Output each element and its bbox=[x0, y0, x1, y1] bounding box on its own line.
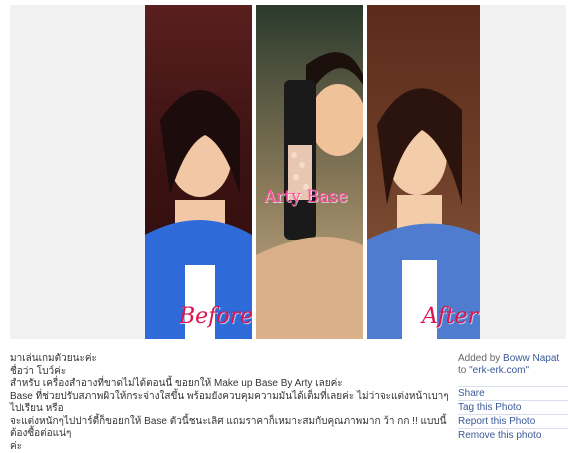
caption-line: ชื่อว่า โบว์ค่ะ bbox=[10, 366, 450, 379]
photo-actions: Share Tag this Photo Report this Photo R… bbox=[458, 386, 568, 442]
remove-photo-link[interactable]: Remove this photo bbox=[458, 428, 568, 442]
to-label: to bbox=[458, 365, 466, 376]
author-link[interactable]: Boww Napat bbox=[503, 353, 559, 364]
share-link[interactable]: Share bbox=[458, 386, 568, 400]
caption-line: สำหรับ เครื่องสำอางที่ขาดไม่ได้ตอนนี้ ขอ… bbox=[10, 378, 450, 391]
photo-caption: มาเล่นเกมตัวยนะค่ะ ชื่อว่า โบว์ค่ะ สำหรั… bbox=[10, 353, 450, 453]
caption-line: Base ที่ช่วยปรับสภาพผิวให้กระจ่างใสขึ้น … bbox=[10, 391, 450, 416]
report-photo-link[interactable]: Report this Photo bbox=[458, 414, 568, 428]
photo-panel-middle: Arty Base bbox=[256, 5, 363, 339]
before-illustration bbox=[145, 5, 252, 339]
added-by-label: Added by bbox=[458, 353, 500, 364]
photo[interactable]: Before Arty Base bbox=[145, 5, 480, 339]
tag-photo-link[interactable]: Tag this Photo bbox=[458, 400, 568, 414]
before-label: Before bbox=[179, 304, 252, 329]
product-illustration bbox=[256, 5, 363, 339]
photo-stage: Before Arty Base bbox=[10, 5, 566, 339]
album-link[interactable]: "erk-erk.com" bbox=[469, 365, 529, 376]
middle-label: Arty Base bbox=[264, 187, 348, 207]
photo-panel-before: Before bbox=[145, 5, 252, 339]
after-label: After bbox=[422, 304, 478, 329]
photo-panel-after: After bbox=[367, 5, 480, 339]
after-illustration bbox=[367, 5, 480, 339]
photo-meta: Added by Boww Napat to "erk-erk.com" bbox=[458, 353, 568, 377]
caption-line: ค่ะ bbox=[10, 441, 450, 453]
caption-line: มาเล่นเกมตัวยนะค่ะ bbox=[10, 353, 450, 366]
caption-line: จะแต่งหนักๆไปปาร์ตี้ก็ขอยกให้ Base ตัวนี… bbox=[10, 416, 450, 441]
